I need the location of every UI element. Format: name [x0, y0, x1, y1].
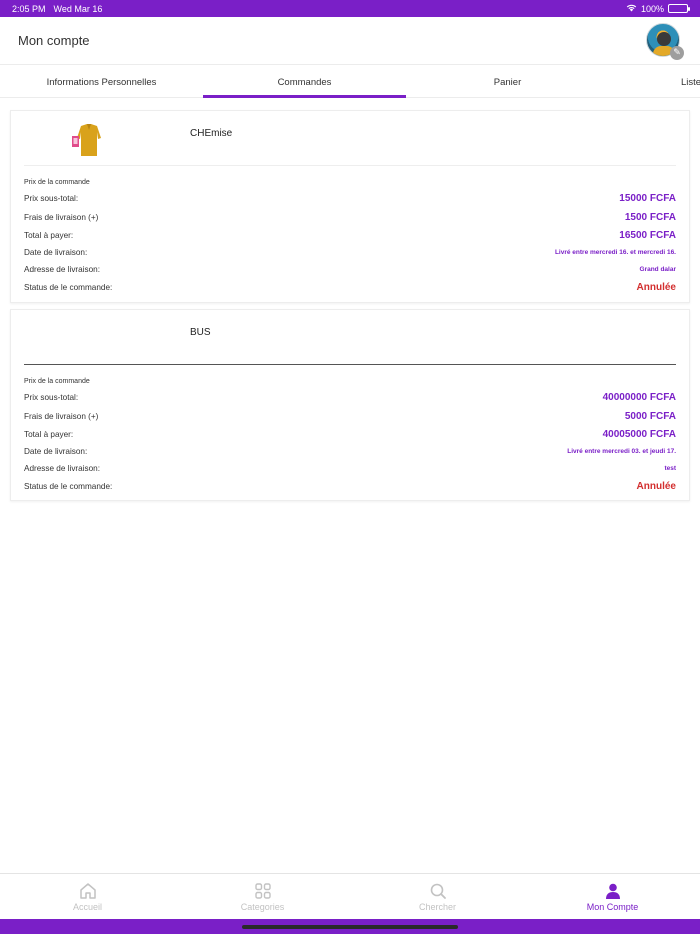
status-badge: Annulée	[636, 281, 676, 293]
status-time: 2:05 PM	[12, 3, 46, 14]
avatar-button[interactable]: ✎	[646, 22, 684, 60]
section-label: Prix de la commande	[24, 179, 90, 186]
row-subtotal: Prix sous-total: 40000000 FCFA	[24, 392, 676, 403]
edit-pencil-icon[interactable]: ✎	[670, 45, 684, 60]
subtotal-value: 15000 FCFA	[619, 193, 676, 204]
row-delivery-date: Date de livraison: Livré entre mercredi …	[24, 248, 676, 257]
battery-icon	[668, 4, 690, 13]
nav-item-categories[interactable]: Categories	[175, 874, 350, 919]
order-card[interactable]: BUS Prix de la commande Prix sous-total:…	[10, 309, 690, 501]
status-bar: 2:05 PM Wed Mar 16 100%	[0, 0, 700, 17]
bottom-nav: Accueil Categories Chercher Mon Compte	[0, 873, 700, 919]
order-details: Prix de la commande Prix sous-total: 150…	[24, 179, 676, 296]
nav-label: Accueil	[72, 901, 102, 912]
nav-label: Chercher	[418, 901, 456, 912]
row-delivery-fee: Frais de livraison (+) 5000 FCFA	[24, 410, 676, 422]
section-label: Prix de la commande	[24, 378, 90, 385]
delivery-address-value: test	[664, 465, 676, 472]
nav-item-accueil[interactable]: Accueil	[0, 874, 175, 919]
tab-informations-personnelles[interactable]: Informations Personnelles	[0, 66, 203, 97]
delivery-fee-value: 5000 FCFA	[624, 410, 676, 422]
row-delivery-fee: Frais de livraison (+) 1500 FCFA	[24, 211, 676, 223]
total-value: 40005000 FCFA	[602, 428, 676, 440]
tab-liste[interactable]: Liste	[681, 66, 700, 97]
row-subtotal: Prix sous-total: 15000 FCFA	[24, 193, 676, 204]
total-value: 16500 FCFA	[619, 229, 676, 241]
tab-commandes[interactable]: Commandes	[203, 66, 406, 97]
nav-item-chercher[interactable]: Chercher	[350, 874, 525, 919]
user-icon	[604, 882, 622, 900]
order-card[interactable]: CHEmise Prix de la commande Prix sous-to…	[10, 110, 690, 303]
order-details: Prix de la commande Prix sous-total: 400…	[24, 378, 676, 495]
tab-bar: Informations Personnelles Commandes Pani…	[0, 66, 700, 98]
row-total: Total à payer: 40005000 FCFA	[24, 428, 676, 440]
row-delivery-address: Adresse de livraison: Grand dalar	[24, 265, 676, 274]
row-order-status: Status de le commande: Annulée	[24, 480, 676, 492]
product-image	[71, 124, 107, 156]
subtotal-value: 40000000 FCFA	[602, 392, 676, 403]
search-icon	[429, 882, 447, 900]
row-order-status: Status de le commande: Annulée	[24, 281, 676, 293]
delivery-date-value: Livré entre mercredi 03. et jeudi 17.	[567, 448, 676, 455]
nav-item-mon-compte[interactable]: Mon Compte	[525, 874, 700, 919]
header: Mon compte ✎	[0, 17, 700, 65]
home-indicator[interactable]	[242, 925, 458, 929]
battery-percent: 100%	[640, 3, 664, 14]
nav-label: Categories	[240, 901, 285, 912]
row-total: Total à payer: 16500 FCFA	[24, 229, 676, 241]
home-icon	[79, 882, 97, 900]
row-delivery-address: Adresse de livraison: test	[24, 464, 676, 473]
delivery-date-value: Livré entre mercredi 16. et mercredi 16.	[554, 249, 676, 256]
status-date: Wed Mar 16	[53, 3, 103, 14]
divider	[24, 165, 676, 166]
delivery-address-value: Grand dalar	[639, 266, 676, 273]
delivery-fee-value: 1500 FCFA	[624, 211, 676, 223]
product-name: CHEmise	[190, 128, 233, 139]
grid-icon	[254, 882, 272, 900]
active-tab-indicator	[203, 95, 406, 98]
wifi-icon	[626, 3, 637, 14]
divider	[24, 364, 676, 365]
status-badge: Annulée	[636, 480, 676, 492]
tab-panier[interactable]: Panier	[406, 66, 609, 97]
nav-label: Mon Compte	[586, 901, 639, 912]
product-name: BUS	[190, 327, 211, 338]
row-delivery-date: Date de livraison: Livré entre mercredi …	[24, 447, 676, 456]
page-title: Mon compte	[18, 33, 90, 48]
